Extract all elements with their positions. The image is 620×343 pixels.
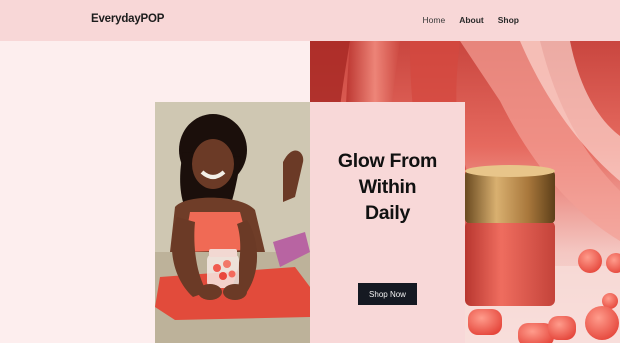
main-nav: Home About Shop xyxy=(423,15,519,25)
headline-line-2: Within xyxy=(358,176,417,198)
site-logo[interactable]: EverydayPOP xyxy=(91,13,164,25)
headline-line-3: Daily xyxy=(364,202,411,224)
shop-now-button[interactable]: Shop Now xyxy=(358,283,417,305)
hero-photo xyxy=(155,102,310,343)
nav-home-link[interactable]: Home xyxy=(423,15,446,25)
hero-card: Glow From Within Daily Shop Now xyxy=(310,102,465,343)
nav-shop-link[interactable]: Shop xyxy=(498,15,519,25)
nav-about-link[interactable]: About xyxy=(459,15,484,25)
hero-headline: Glow From Within Daily xyxy=(310,148,465,226)
site-header: EverydayPOP Home About Shop xyxy=(0,0,620,41)
headline-line-1: Glow From xyxy=(337,150,438,172)
